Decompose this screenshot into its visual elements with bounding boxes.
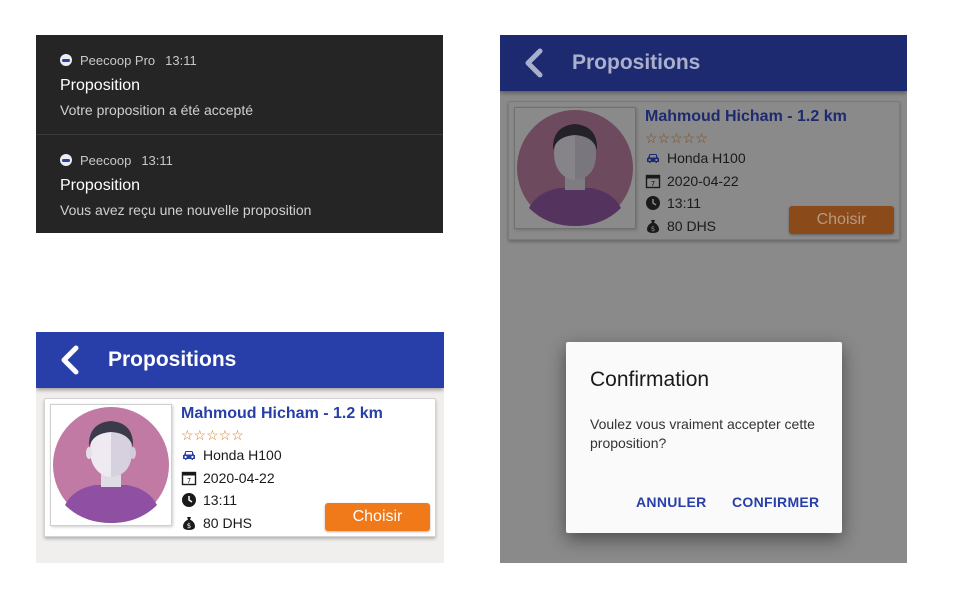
notification-app-name: Peecoop Pro bbox=[80, 52, 156, 68]
money-bag-icon: $ bbox=[181, 515, 197, 531]
calendar-icon: 7 bbox=[181, 470, 197, 486]
proposal-card[interactable]: Mahmoud Hicham - 1.2 km ☆☆☆☆☆ Honda H100… bbox=[508, 101, 900, 240]
notification-item[interactable]: Peecoop 13:11 Proposition Vous avez reçu… bbox=[36, 134, 443, 233]
notification-body: Votre proposition a été accepté bbox=[60, 102, 254, 118]
back-button[interactable] bbox=[54, 344, 86, 376]
notification-title: Proposition bbox=[60, 77, 141, 94]
choose-button[interactable]: Choisir bbox=[325, 503, 430, 531]
svg-text:7: 7 bbox=[651, 180, 655, 188]
notification-header: Peecoop 13:11 bbox=[60, 152, 173, 168]
price-row: $ 80 DHS bbox=[181, 514, 252, 532]
avatar bbox=[50, 404, 172, 526]
date-row: 7 2020-04-22 bbox=[181, 469, 275, 487]
clock-icon bbox=[645, 195, 661, 211]
trip-date: 2020-04-22 bbox=[667, 173, 739, 189]
user-avatar-icon bbox=[53, 407, 169, 523]
driver-name: Mahmoud Hicham - 1.2 km bbox=[645, 108, 847, 125]
time-row: 13:11 bbox=[645, 194, 701, 212]
dialog-message: Voulez vous vraiment accepter cette prop… bbox=[590, 416, 815, 451]
page-title: Propositions bbox=[572, 51, 701, 74]
rating-stars: ☆☆☆☆☆ bbox=[645, 130, 708, 146]
trip-time: 13:11 bbox=[203, 492, 237, 508]
car-row: Honda H100 bbox=[181, 446, 282, 464]
trip-time: 13:11 bbox=[667, 195, 701, 211]
trip-price: 80 DHS bbox=[667, 218, 717, 234]
date-row: 7 2020-04-22 bbox=[645, 172, 739, 190]
car-row: Honda H100 bbox=[645, 149, 746, 167]
notification-item[interactable]: Peecoop Pro 13:11 Proposition Votre prop… bbox=[36, 35, 443, 134]
money-bag-icon: $ bbox=[645, 218, 661, 234]
notification-time: 13:11 bbox=[165, 52, 197, 68]
svg-text:$: $ bbox=[187, 522, 191, 530]
svg-text:$: $ bbox=[651, 225, 655, 233]
time-row: 13:11 bbox=[181, 491, 237, 509]
car-model: Honda H100 bbox=[203, 447, 282, 463]
back-button[interactable] bbox=[518, 47, 550, 79]
price-row: $ 80 DHS bbox=[645, 217, 716, 235]
svg-text:7: 7 bbox=[187, 477, 191, 485]
rating-stars: ☆☆☆☆☆ bbox=[181, 427, 244, 443]
notification-panel: Peecoop Pro 13:11 Proposition Votre prop… bbox=[36, 35, 443, 233]
app-bar: Propositions bbox=[500, 35, 907, 91]
calendar-icon: 7 bbox=[645, 173, 661, 189]
driver-name: Mahmoud Hicham - 1.2 km bbox=[181, 405, 383, 422]
chevron-left-icon bbox=[61, 345, 79, 375]
car-icon bbox=[645, 150, 661, 166]
clock-icon bbox=[181, 492, 197, 508]
trip-price: 80 DHS bbox=[203, 515, 253, 531]
notification-body: Vous avez reçu une nouvelle proposition bbox=[60, 202, 312, 218]
chevron-left-icon bbox=[525, 48, 543, 78]
notification-title: Proposition bbox=[60, 177, 141, 194]
page-title: Propositions bbox=[108, 348, 237, 371]
app-logo-icon bbox=[60, 154, 72, 166]
choose-button[interactable]: Choisir bbox=[789, 206, 894, 234]
notification-time: 13:11 bbox=[141, 152, 173, 168]
confirm-button[interactable]: CONFIRMER bbox=[732, 494, 819, 510]
car-icon bbox=[181, 447, 197, 463]
cancel-button[interactable]: ANNULER bbox=[636, 494, 707, 510]
dialog-title: Confirmation bbox=[590, 368, 710, 391]
avatar bbox=[514, 107, 636, 229]
notification-app-name: Peecoop bbox=[80, 152, 132, 168]
car-model: Honda H100 bbox=[667, 150, 746, 166]
app-bar: Propositions bbox=[36, 332, 444, 388]
proposal-card[interactable]: Mahmoud Hicham - 1.2 km ☆☆☆☆☆ Honda H100… bbox=[44, 398, 436, 537]
propositions-screen: Propositions Mahmoud Hicham - 1.2 km ☆☆☆… bbox=[36, 332, 444, 563]
confirmation-dialog: Confirmation Voulez vous vraiment accept… bbox=[566, 342, 842, 533]
notification-header: Peecoop Pro 13:11 bbox=[60, 52, 197, 68]
trip-date: 2020-04-22 bbox=[203, 470, 275, 486]
app-logo-icon bbox=[60, 54, 72, 66]
user-avatar-icon bbox=[517, 110, 633, 226]
propositions-screen-with-dialog: Propositions Mahmoud Hicham - 1.2 km ☆☆☆… bbox=[500, 35, 907, 563]
